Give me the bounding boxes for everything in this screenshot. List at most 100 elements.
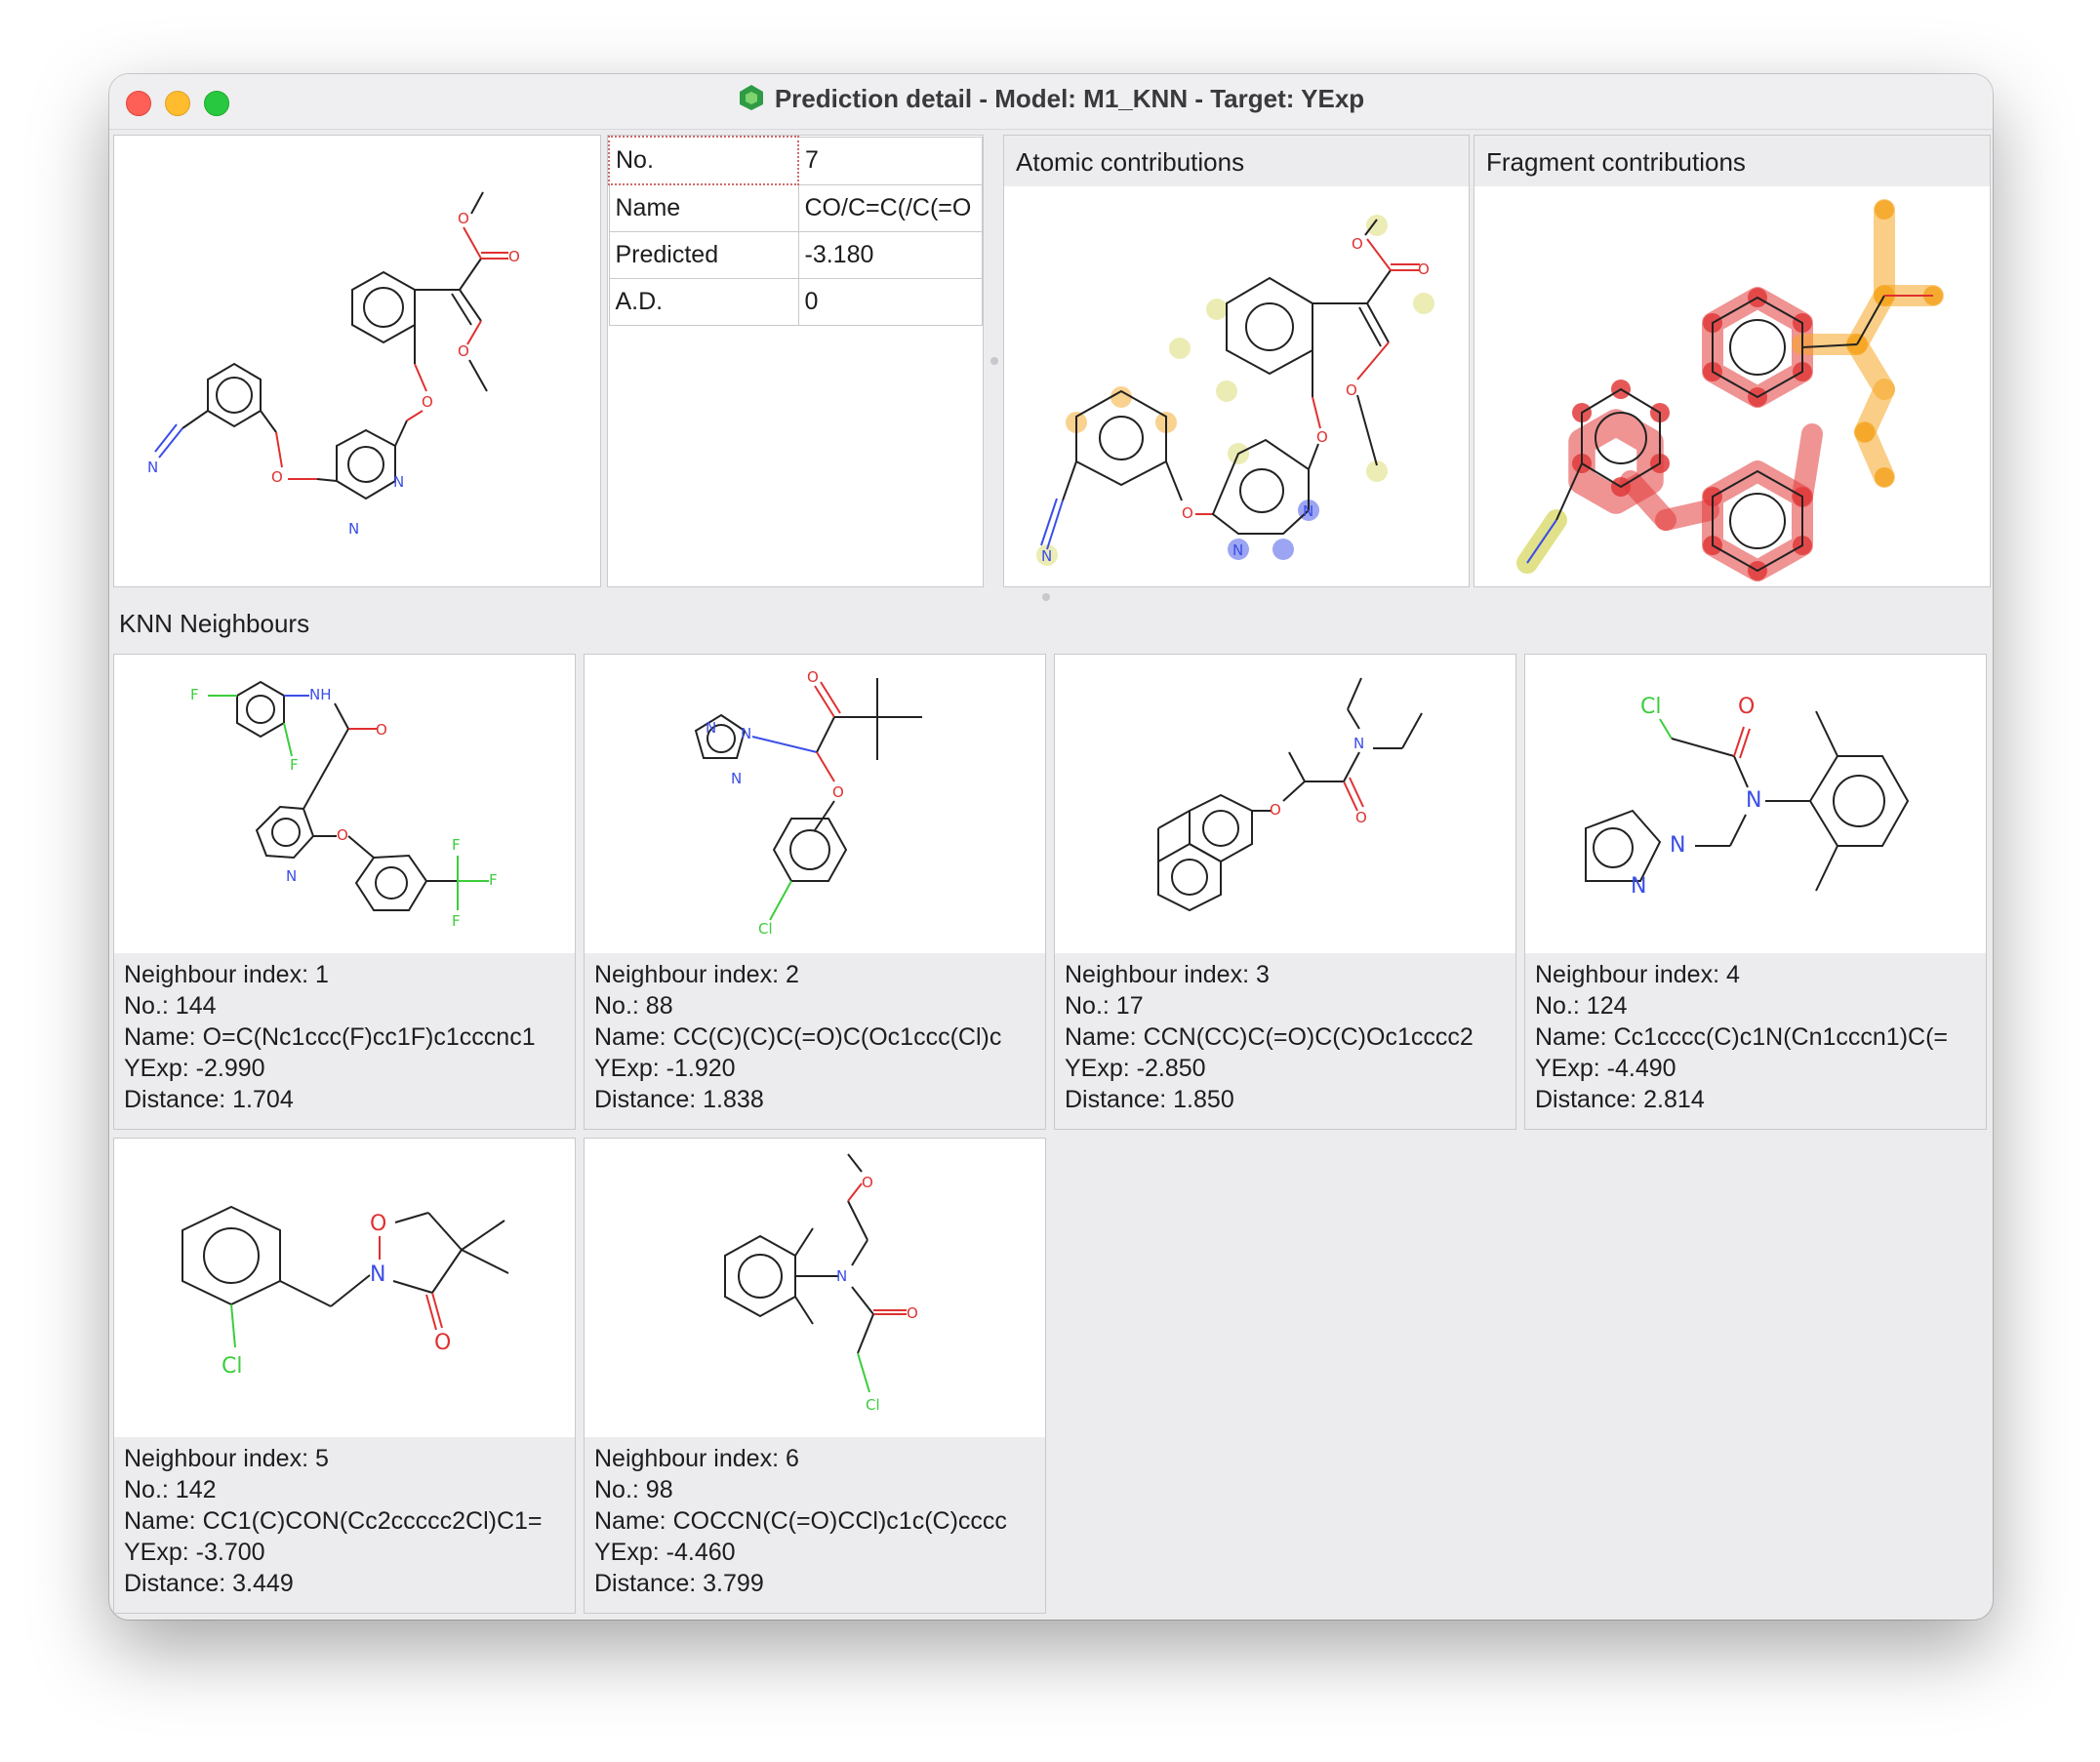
atom-label: N: [836, 1267, 847, 1285]
atom-label: O: [1352, 235, 1363, 253]
property-row-name[interactable]: Name CO/C=C(/C(=O: [608, 183, 983, 232]
atom-label: O: [907, 1304, 918, 1322]
neighbour-card[interactable]: N O O Cl Neighbour index: 6 No.: 98 Name…: [584, 1138, 1046, 1614]
atom-label: F: [452, 912, 461, 930]
neighbour-index: Neighbour index: 3: [1065, 961, 1270, 988]
neighbour-yexp: YExp: -4.490: [1535, 1055, 1676, 1082]
window-title-text: Prediction detail - Model: M1_KNN - Targ…: [774, 84, 1365, 113]
property-key: A.D.: [608, 278, 799, 326]
neighbour-card[interactable]: Cl N O O Neighbour index: 5 No.: 142 Nam…: [113, 1138, 576, 1614]
atom-label: O: [271, 468, 283, 486]
atom-label: O: [434, 1331, 451, 1355]
atomic-contributions-title: Atomic contributions: [1004, 136, 1469, 186]
neighbour-card[interactable]: N N N O O Cl Neighbour index: 2 No.: 88 …: [584, 654, 1046, 1130]
atom-label: O: [1738, 695, 1755, 719]
atom-label: N: [1670, 833, 1685, 858]
atom-label: O: [862, 1174, 873, 1191]
atom-label: F: [452, 836, 461, 854]
atom-label: O: [376, 721, 387, 739]
atom-label: N: [741, 725, 751, 742]
atom-label: O: [508, 248, 520, 265]
atom-label: O: [1418, 260, 1430, 278]
neighbour-distance: Distance: 3.799: [594, 1570, 764, 1597]
neighbour-no: No.: 144: [124, 992, 217, 1020]
atom-label: O: [1346, 381, 1357, 399]
neighbour-yexp: YExp: -2.990: [124, 1055, 265, 1082]
property-row-no[interactable]: No. 7: [608, 136, 983, 185]
knn-neighbours-title: KNN Neighbours: [119, 609, 310, 638]
property-value: 0: [797, 278, 983, 326]
neighbour-card[interactable]: O O N Neighbour index: 3 No.: 17 Name: C…: [1054, 654, 1516, 1130]
neighbour-info: Neighbour index: 2 No.: 88 Name: CC(C)(C…: [594, 959, 1039, 1115]
property-row-predicted[interactable]: Predicted -3.180: [608, 231, 983, 279]
fragment-contributions-panel: Fragment contributions: [1474, 135, 1991, 587]
neighbour-distance: Distance: 3.449: [124, 1570, 294, 1597]
horizontal-splitter-handle[interactable]: [1042, 593, 1050, 601]
atom-label: O: [1182, 504, 1193, 522]
property-key: Name: [608, 183, 799, 232]
neighbour-index: Neighbour index: 4: [1535, 961, 1740, 988]
query-molecule-panel: N O N N O O O O: [113, 135, 601, 587]
prediction-properties-table: No. 7 Name CO/C=C(/C(=O Predicted -3.180…: [607, 135, 984, 587]
neighbour-molecule: N O O Cl: [585, 1139, 1045, 1437]
atom-label: N: [1746, 788, 1761, 813]
neighbour-info: Neighbour index: 4 No.: 124 Name: Cc1ccc…: [1535, 959, 1980, 1115]
neighbour-card[interactable]: F F NH O N O F F F Neighbour index: 1 No…: [113, 654, 576, 1130]
neighbour-no: No.: 88: [594, 992, 673, 1020]
atom-label: N: [1631, 874, 1646, 899]
neighbour-distance: Distance: 1.838: [594, 1086, 764, 1113]
neighbour-yexp: YExp: -1.920: [594, 1055, 736, 1082]
atom-label: F: [489, 871, 498, 889]
atom-label: N: [1353, 735, 1364, 752]
neighbour-molecule: N N N O O Cl: [585, 655, 1045, 953]
atom-label: NH: [309, 686, 332, 703]
neighbour-info: Neighbour index: 5 No.: 142 Name: CC1(C)…: [124, 1443, 569, 1599]
atom-label: Cl: [222, 1354, 242, 1379]
neighbour-name: Name: CC1(C)CON(Cc2ccccc2Cl)C1=: [124, 1507, 543, 1535]
neighbour-molecule: F F NH O N O F F F: [114, 655, 575, 953]
atom-label: Cl: [1640, 695, 1661, 719]
neighbour-index: Neighbour index: 5: [124, 1445, 329, 1472]
atomic-contributions-structure: N O N N O O O O: [1036, 215, 1434, 566]
fragment-contributions-structure: [1516, 199, 1944, 581]
neighbour-card[interactable]: Cl O N N N Neighbour index: 4 No.: 124 N…: [1524, 654, 1987, 1130]
neighbour-yexp: YExp: -2.850: [1065, 1055, 1206, 1082]
property-key: Predicted: [608, 231, 799, 279]
property-row-ad[interactable]: A.D. 0: [608, 278, 983, 326]
neighbour-info: Neighbour index: 1 No.: 144 Name: O=C(Nc…: [124, 959, 569, 1115]
atom-label: Cl: [758, 920, 773, 938]
atom-label: F: [190, 686, 199, 703]
neighbour-name: Name: CCN(CC)C(=O)C(C)Oc1cccc2: [1065, 1023, 1474, 1051]
atom-label: O: [458, 342, 469, 360]
atom-label: O: [807, 668, 819, 686]
atom-label: O: [1355, 809, 1367, 826]
atom-label: O: [337, 826, 348, 844]
atom-label: N: [370, 1262, 385, 1287]
fragment-contributions-title: Fragment contributions: [1474, 136, 1990, 186]
property-value: -3.180: [797, 231, 983, 279]
neighbour-info: Neighbour index: 6 No.: 98 Name: COCCN(C…: [594, 1443, 1039, 1599]
neighbour-index: Neighbour index: 2: [594, 961, 799, 988]
neighbour-yexp: YExp: -3.700: [124, 1539, 265, 1566]
atom-label: N: [393, 473, 404, 491]
neighbour-name: Name: CC(C)(C)C(=O)C(Oc1ccc(Cl)c: [594, 1023, 1002, 1051]
atom-label: N: [1303, 502, 1313, 520]
atom-label: N: [1041, 547, 1052, 565]
neighbour-molecule: O O N: [1055, 655, 1515, 953]
neighbour-name: Name: COCCN(C(=O)CCl)c1c(C)cccc: [594, 1507, 1007, 1535]
atom-label: N: [1232, 541, 1243, 559]
neighbour-molecule: Cl N O O: [114, 1139, 575, 1437]
property-value: CO/C=C(/C(=O: [797, 183, 983, 232]
neighbour-name: Name: O=C(Nc1ccc(F)cc1F)c1cccnc1: [124, 1023, 536, 1051]
neighbour-name: Name: Cc1cccc(C)c1N(Cn1cccn1)C(=: [1535, 1023, 1948, 1051]
atom-label: N: [706, 719, 716, 737]
vertical-splitter-handle[interactable]: [990, 357, 998, 365]
neighbour-molecule: Cl O N N N: [1525, 655, 1986, 953]
neighbour-distance: Distance: 2.814: [1535, 1086, 1705, 1113]
window-title: Prediction detail - Model: M1_KNN - Targ…: [109, 84, 1993, 114]
atom-label: N: [348, 520, 359, 538]
neighbour-info: Neighbour index: 3 No.: 17 Name: CCN(CC)…: [1065, 959, 1510, 1115]
neighbour-distance: Distance: 1.850: [1065, 1086, 1234, 1113]
atom-label: O: [422, 393, 433, 411]
atom-label: O: [832, 783, 844, 801]
